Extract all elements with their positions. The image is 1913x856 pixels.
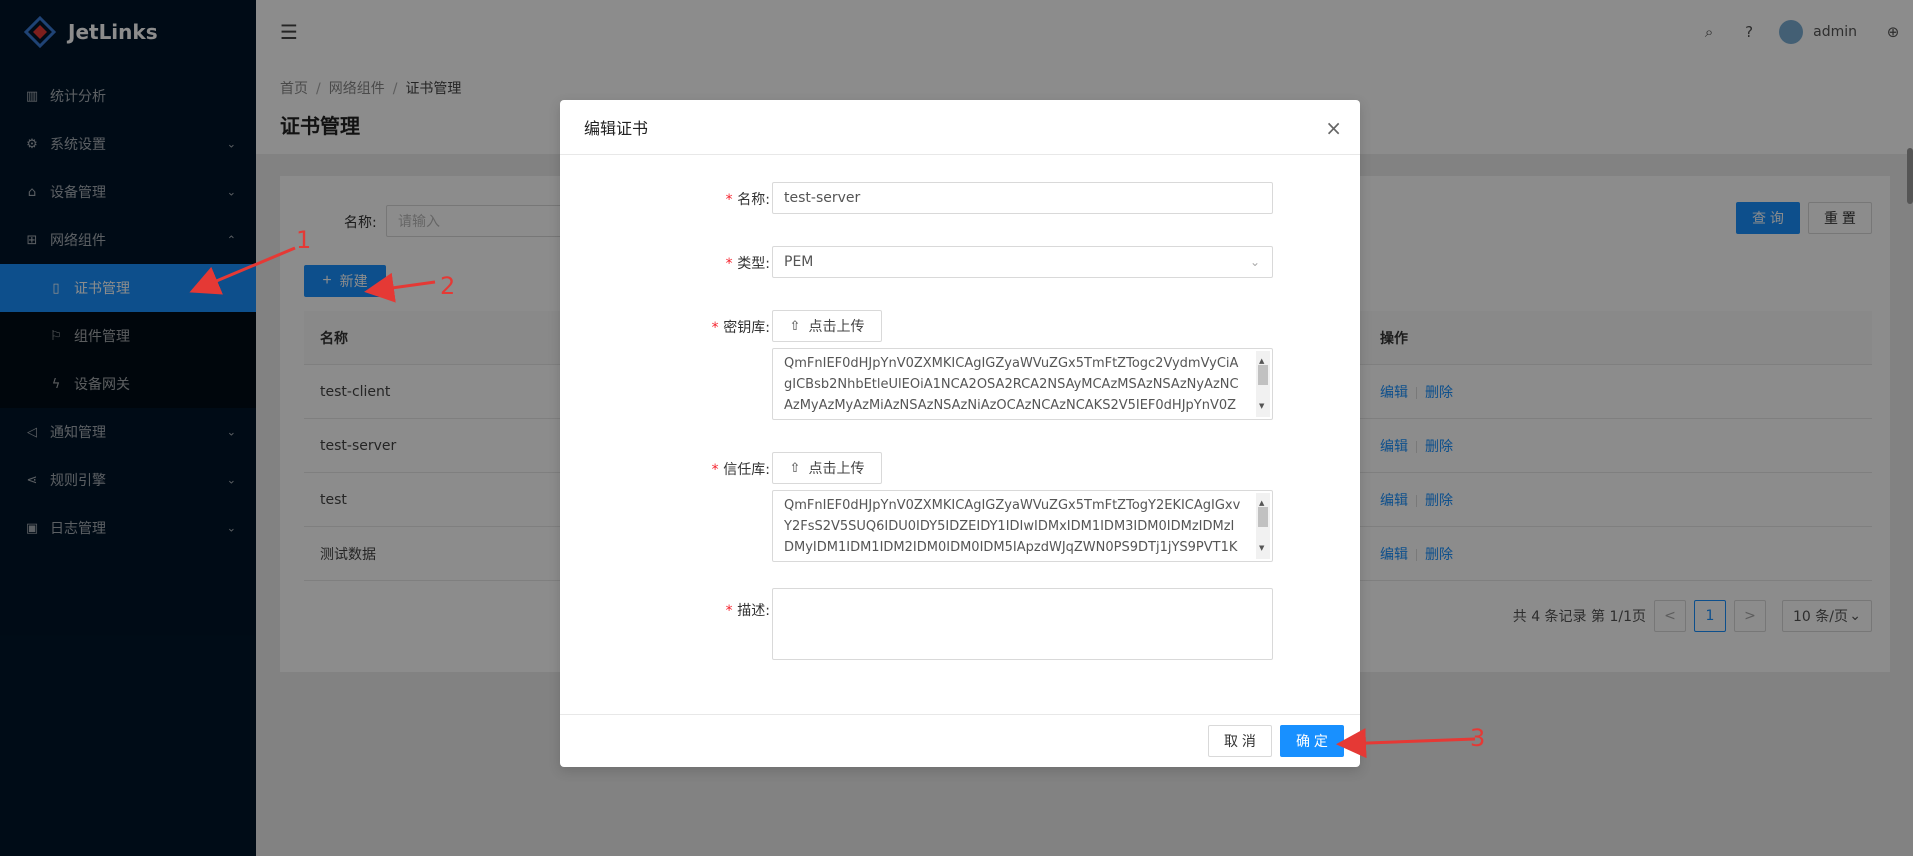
modal-header: 编辑证书 <box>560 100 1360 155</box>
keystore-label-text: 密钥库: <box>723 320 770 336</box>
truststore-upload-label: 点击上传 <box>808 461 865 477</box>
required-mark: * <box>724 603 734 619</box>
annotation-number-2: 2 <box>440 272 456 300</box>
truststore-textarea[interactable]: QmFnIEF0dHJpYnV0ZXMKICAgIGZyaWVuZGx5TmFt… <box>772 490 1273 562</box>
description-textarea[interactable] <box>772 588 1273 660</box>
name-label: * 名称: <box>725 189 770 209</box>
scroll-thumb[interactable] <box>1258 507 1268 527</box>
edit-certificate-modal: 编辑证书 × * 名称: test-server * 类型: PEM ⌄ * 密钥库:… <box>560 100 1360 767</box>
type-select[interactable]: PEM ⌄ <box>772 246 1273 278</box>
description-label: * 描述: <box>725 600 770 620</box>
keystore-textarea[interactable]: QmFnIEF0dHJpYnV0ZXMKICAgIGZyaWVuZGx5TmFt… <box>772 348 1273 420</box>
upload-icon: ⇧ <box>789 318 801 334</box>
truststore-upload-button[interactable]: ⇧ 点击上传 <box>772 452 882 484</box>
annotation-number-3: 3 <box>1470 724 1486 752</box>
name-field[interactable]: test-server <box>772 182 1273 214</box>
required-mark: * <box>710 462 720 478</box>
type-label-text: 类型: <box>737 256 770 272</box>
confirm-button[interactable]: 确 定 <box>1280 725 1344 757</box>
keystore-upload-label: 点击上传 <box>808 319 865 335</box>
required-mark: * <box>724 256 734 272</box>
description-label-text: 描述: <box>737 603 770 619</box>
close-icon[interactable]: × <box>1325 116 1342 140</box>
chevron-down-icon: ⌄ <box>1249 255 1260 269</box>
scroll-thumb[interactable] <box>1258 365 1268 385</box>
modal-title: 编辑证书 <box>584 119 649 138</box>
name-label-text: 名称: <box>737 192 770 208</box>
truststore-label: * 信任库: <box>711 459 770 479</box>
keystore-label: * 密钥库: <box>711 317 770 337</box>
required-mark: * <box>710 320 720 336</box>
keystore-upload-button[interactable]: ⇧ 点击上传 <box>772 310 882 342</box>
scroll-down-icon[interactable]: ▼ <box>1259 538 1264 559</box>
type-select-value: PEM <box>784 254 814 270</box>
truststore-label-text: 信任库: <box>723 462 770 478</box>
type-label: * 类型: <box>725 253 770 273</box>
upload-icon: ⇧ <box>789 460 801 476</box>
keystore-value: QmFnIEF0dHJpYnV0ZXMKICAgIGZyaWVuZGx5TmFt… <box>784 356 1239 413</box>
textarea-scrollbar[interactable]: ▲ ▼ <box>1256 493 1270 559</box>
scroll-down-icon[interactable]: ▼ <box>1259 396 1264 417</box>
cancel-button[interactable]: 取 消 <box>1208 725 1272 757</box>
annotation-number-1: 1 <box>296 226 312 254</box>
textarea-scrollbar[interactable]: ▲ ▼ <box>1256 351 1270 417</box>
modal-footer: 取 消 确 定 <box>560 714 1360 767</box>
required-mark: * <box>724 192 734 208</box>
page-scrollbar[interactable] <box>1907 148 1913 204</box>
truststore-value: QmFnIEF0dHJpYnV0ZXMKICAgIGZyaWVuZGx5TmFt… <box>784 498 1241 555</box>
